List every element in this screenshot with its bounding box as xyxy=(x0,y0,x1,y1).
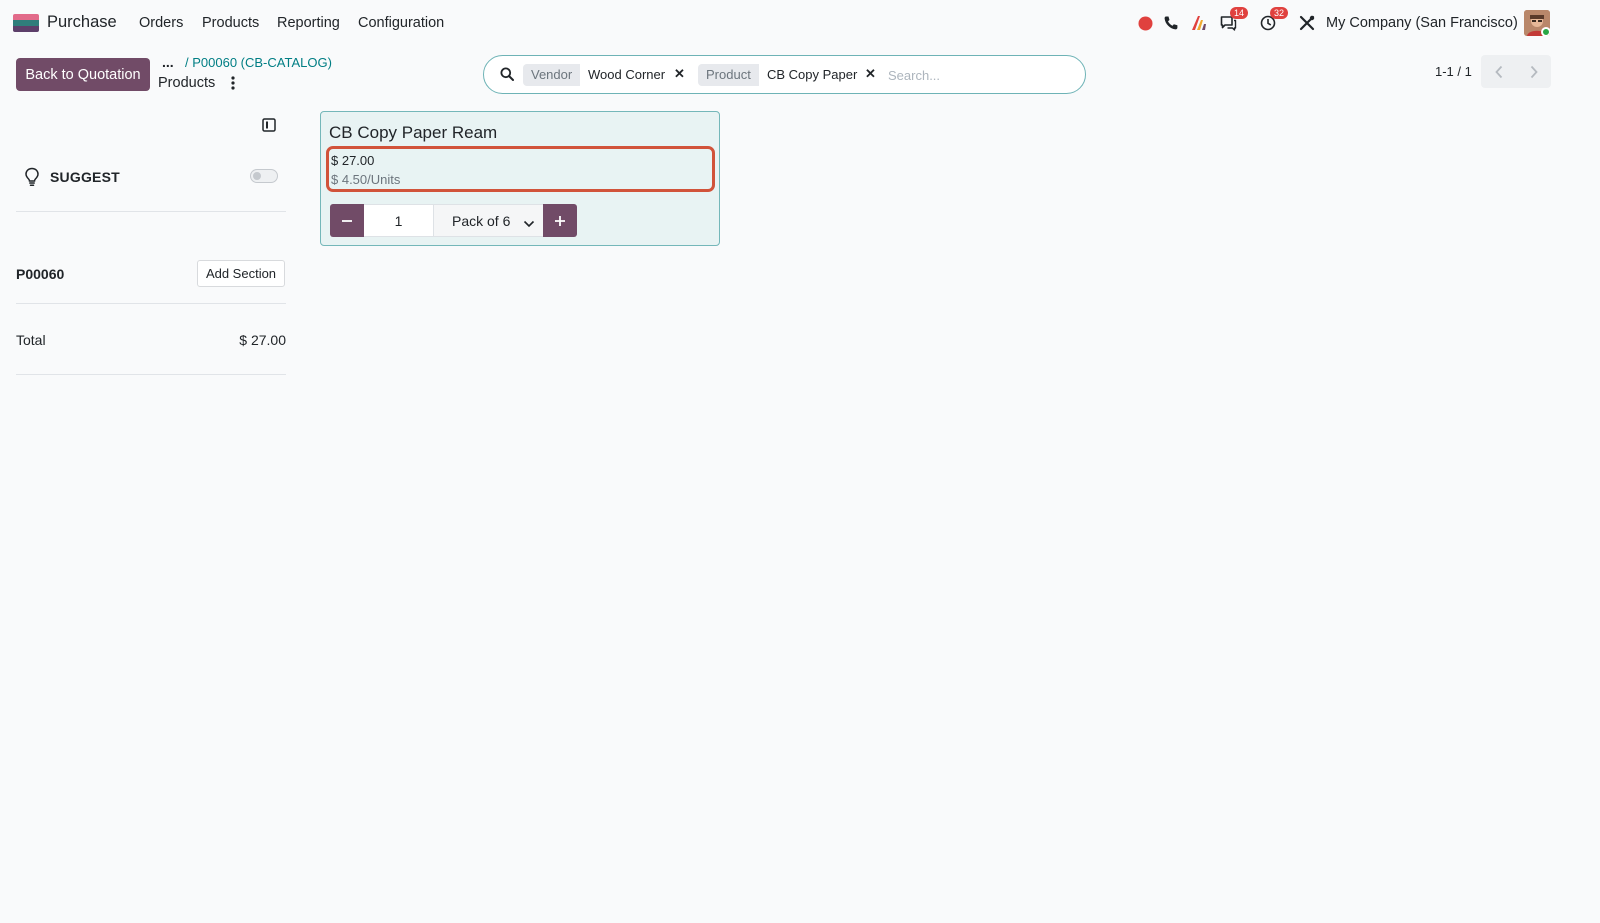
record-icon[interactable] xyxy=(1135,13,1155,33)
facet-vendor-label: Vendor xyxy=(523,64,581,86)
back-to-quotation-button[interactable]: Back to Quotation xyxy=(16,58,150,91)
menu-reporting[interactable]: Reporting xyxy=(277,15,340,31)
user-avatar[interactable] xyxy=(1524,10,1550,36)
phone-icon[interactable] xyxy=(1161,13,1181,33)
facet-product-value: CB Copy Paper xyxy=(767,67,858,82)
facet-vendor-remove-icon[interactable]: ✕ xyxy=(674,66,685,82)
tools-icon[interactable] xyxy=(1297,13,1317,33)
total-value: $ 27.00 xyxy=(239,332,286,348)
purchase-app-icon[interactable] xyxy=(13,14,39,32)
breadcrumb-ellipsis[interactable]: ... xyxy=(162,54,174,70)
facet-product-label: Product xyxy=(698,64,759,86)
uom-value: Pack of 6 xyxy=(452,212,511,229)
discuss-badge: 14 xyxy=(1230,7,1249,19)
kebab-menu-icon[interactable] xyxy=(229,76,237,90)
decrease-quantity-button[interactable] xyxy=(330,204,364,237)
menu-configuration[interactable]: Configuration xyxy=(358,15,444,31)
discuss-icon[interactable]: 14 xyxy=(1218,7,1249,33)
total-label: Total xyxy=(16,332,46,348)
product-card[interactable]: CB Copy Paper Ream $ 27.00 $ 4.50/Units … xyxy=(320,111,720,246)
order-section-row: P00060 Add Section xyxy=(16,252,286,304)
ai-icon[interactable] xyxy=(1189,13,1209,33)
company-switcher[interactable]: My Company (San Francisco) xyxy=(1326,15,1518,31)
product-unit-price: $ 4.50/Units xyxy=(331,172,401,187)
add-section-button[interactable]: Add Section xyxy=(197,260,285,287)
suggest-row: SUGGEST xyxy=(16,160,286,212)
breadcrumb-current: Products xyxy=(158,75,216,91)
quantity-input[interactable]: 1 xyxy=(364,204,434,237)
product-name: CB Copy Paper Ream xyxy=(329,123,498,142)
search-icon[interactable] xyxy=(500,67,514,84)
product-price: $ 27.00 xyxy=(331,153,375,168)
pager-value[interactable]: 1-1 / 1 xyxy=(1435,64,1472,79)
search-bar: Vendor Wood Corner ✕ Product CB Copy Pap… xyxy=(483,55,1086,94)
price-highlight-box: $ 27.00 $ 4.50/Units xyxy=(326,146,715,192)
sidebar-toggle-icon[interactable] xyxy=(262,118,276,132)
uom-select[interactable]: Pack of 6 xyxy=(434,204,543,237)
app-name[interactable]: Purchase xyxy=(47,13,117,32)
suggest-toggle[interactable] xyxy=(250,169,278,183)
chevron-down-icon xyxy=(523,216,535,232)
menu-orders[interactable]: Orders xyxy=(139,15,183,31)
top-navbar: Purchase Orders Products Reporting Confi… xyxy=(0,0,1600,46)
pager-buttons xyxy=(1481,55,1551,88)
facet-vendor-value: Wood Corner xyxy=(588,67,666,82)
menu-products[interactable]: Products xyxy=(202,15,259,31)
pager-previous-button[interactable] xyxy=(1481,55,1516,88)
activity-badge: 32 xyxy=(1270,7,1289,19)
order-reference: P00060 xyxy=(16,266,65,282)
increase-quantity-button[interactable] xyxy=(543,204,577,237)
search-input[interactable] xyxy=(888,65,1078,85)
pager-next-button[interactable] xyxy=(1516,55,1551,88)
clock-icon[interactable]: 32 xyxy=(1258,7,1289,33)
total-row: Total $ 27.00 xyxy=(16,320,286,375)
breadcrumb-parent-link[interactable]: / P00060 (CB-CATALOG) xyxy=(185,55,332,70)
facet-product-remove-icon[interactable]: ✕ xyxy=(865,66,876,82)
suggest-label: SUGGEST xyxy=(50,169,120,185)
lightbulb-icon xyxy=(24,167,40,190)
online-status-indicator xyxy=(1541,27,1550,36)
quantity-controls: 1 Pack of 6 xyxy=(330,204,577,237)
